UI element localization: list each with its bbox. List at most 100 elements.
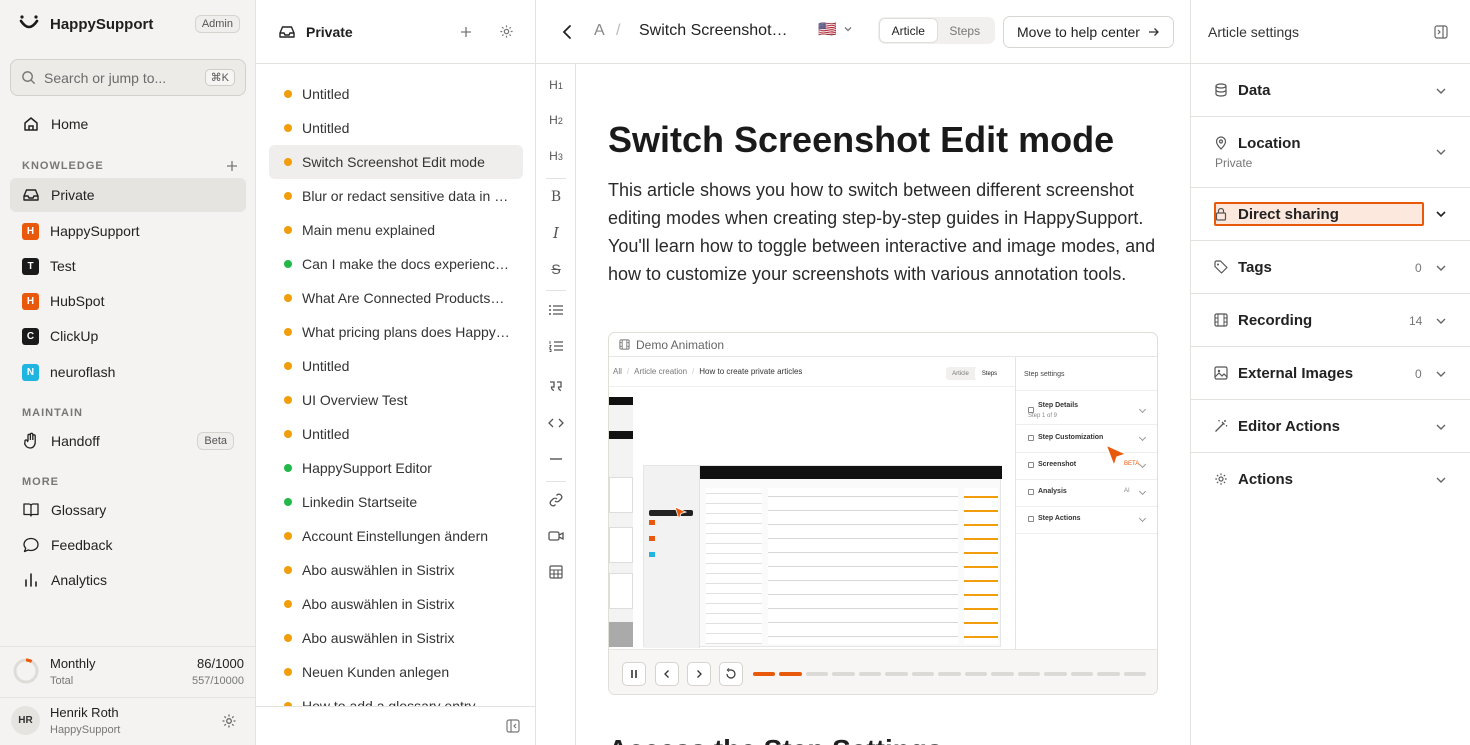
breadcrumb-title[interactable]: Switch Screenshot… [639, 22, 788, 40]
nav-handoff[interactable]: Handoff Beta [10, 424, 246, 458]
progress-segment[interactable] [779, 672, 802, 676]
space-neuroflash[interactable]: N neuroflash [10, 355, 246, 389]
usage-widget[interactable]: Monthly 86/1000 Total 557/10000 [0, 646, 256, 696]
section-heading[interactable]: Access the Step Settings [608, 734, 943, 745]
collapse-panel-icon[interactable] [506, 719, 520, 733]
bullet-list-button[interactable] [536, 298, 576, 322]
next-step-button[interactable] [687, 662, 711, 686]
progress-segment[interactable] [991, 672, 1014, 676]
restart-button[interactable] [719, 662, 743, 686]
settings-actions[interactable]: Actions [1191, 453, 1470, 506]
language-selector[interactable]: 🇺🇸 [818, 20, 853, 38]
progress-segment[interactable] [885, 672, 908, 676]
tab-steps[interactable]: Steps [937, 19, 994, 42]
back-chevron-icon[interactable] [561, 24, 573, 40]
breadcrumb-root[interactable]: A [594, 22, 605, 40]
progress-segment[interactable] [1097, 672, 1120, 676]
progress-segment[interactable] [1070, 672, 1094, 676]
progress-segment[interactable] [1044, 672, 1067, 676]
article-list-item[interactable]: Untitled [269, 77, 523, 111]
settings-recording[interactable]: Recording 14 [1191, 294, 1470, 347]
article-title[interactable]: Switch Screenshot Edit mode [608, 119, 1114, 161]
article-list-item[interactable]: Switch Screenshot Edit mode [269, 145, 523, 179]
article-list-item[interactable]: Untitled [269, 417, 523, 451]
settings-tags[interactable]: Tags 0 [1191, 241, 1470, 294]
progress-segment[interactable] [832, 672, 855, 676]
article-list-item[interactable]: Account Einstellungen ändern [269, 519, 523, 553]
progress-segment[interactable] [858, 672, 882, 676]
brand[interactable]: HappySupport [18, 12, 153, 36]
mini-step-row-label: Screenshot [1038, 461, 1077, 468]
article-list-item[interactable]: Abo auswählen in Sistrix [269, 587, 523, 621]
add-space-plus-icon[interactable] [226, 160, 238, 172]
article-list-item[interactable]: HappySupport Editor [269, 451, 523, 485]
progress-segment[interactable] [1017, 672, 1041, 676]
article-list-item[interactable]: Neuen Kunden anlegen [269, 655, 523, 689]
settings-direct-sharing[interactable]: Direct sharing [1191, 188, 1470, 241]
strikethrough-button[interactable]: S [536, 257, 576, 281]
add-article-plus-icon[interactable] [459, 25, 473, 39]
demo-animation-block[interactable]: Demo Animation All / Article creation / Ho… [608, 332, 1158, 695]
code-button[interactable] [536, 411, 576, 435]
article-list-item[interactable]: What pricing plans does Happy… [269, 315, 523, 349]
article-list-item[interactable]: Abo auswählen in Sistrix [269, 553, 523, 587]
previous-step-button[interactable] [655, 662, 679, 686]
article-list-item[interactable]: How to add a glossary entry [269, 689, 523, 706]
ordered-list-button[interactable] [536, 334, 576, 358]
heading2-button[interactable]: H2 [536, 108, 576, 132]
nav-glossary[interactable]: Glossary [10, 493, 246, 527]
gear-icon[interactable] [499, 24, 514, 39]
space-hubspot[interactable]: H HubSpot [10, 284, 246, 318]
article-intro[interactable]: This article shows you how to switch bet… [608, 176, 1158, 288]
bold-button[interactable]: B [536, 185, 576, 209]
settings-data[interactable]: Data [1191, 64, 1470, 117]
article-list-item[interactable]: Can I make the docs experienc… [269, 247, 523, 281]
move-to-help-center-button[interactable]: Move to help center [1003, 16, 1174, 48]
gear-icon[interactable] [221, 713, 237, 729]
italic-button[interactable]: I [536, 221, 576, 245]
mini-step-row: Analysis AI [1016, 480, 1157, 507]
user-org: HappySupport [50, 724, 121, 736]
progress-segment[interactable] [1123, 672, 1147, 676]
inbox-icon [279, 25, 295, 38]
status-dot [284, 464, 292, 472]
space-happysupport[interactable]: H HappySupport [10, 214, 246, 248]
tag-icon [1214, 260, 1228, 274]
article-list-item[interactable]: What Are Connected Products… [269, 281, 523, 315]
progress-segment[interactable] [753, 672, 776, 676]
progress-segment[interactable] [805, 672, 829, 676]
settings-location[interactable]: Location Private [1191, 117, 1470, 188]
space-clickup[interactable]: C ClickUp [10, 319, 246, 353]
nav-home[interactable]: Home [10, 107, 246, 141]
video-button[interactable] [536, 524, 576, 548]
quote-button[interactable] [536, 375, 576, 399]
search-input[interactable]: Search or jump to... ⌘K [10, 59, 246, 96]
heading3-button[interactable]: H3 [536, 144, 576, 168]
tab-article[interactable]: Article [880, 19, 937, 42]
link-button[interactable] [536, 488, 576, 512]
space-private[interactable]: Private [10, 178, 246, 212]
article-list-item[interactable]: Main menu explained [269, 213, 523, 247]
article-list-item[interactable]: Abo auswählen in Sistrix [269, 621, 523, 655]
progress-segment[interactable] [964, 672, 988, 676]
nav-analytics[interactable]: Analytics [10, 563, 246, 597]
article-editor[interactable]: Switch Screenshot Edit mode This article… [576, 64, 1190, 745]
space-test[interactable]: T Test [10, 249, 246, 283]
user-profile[interactable]: HR Henrik Roth HappySupport [0, 697, 256, 745]
settings-external-images[interactable]: External Images 0 [1191, 347, 1470, 400]
settings-editor-actions[interactable]: Editor Actions [1191, 400, 1470, 453]
pause-button[interactable] [622, 662, 646, 686]
nav-feedback[interactable]: Feedback [10, 528, 246, 562]
article-list-item[interactable]: Untitled [269, 349, 523, 383]
step-progress[interactable] [753, 672, 1147, 676]
article-list-item[interactable]: Untitled [269, 111, 523, 145]
article-list-item[interactable]: UI Overview Test [269, 383, 523, 417]
table-button[interactable] [536, 560, 576, 584]
collapse-panel-icon[interactable] [1434, 25, 1448, 39]
progress-segment[interactable] [938, 672, 961, 676]
article-list-item[interactable]: Blur or redact sensitive data in … [269, 179, 523, 213]
divider-button[interactable] [536, 447, 576, 471]
progress-segment[interactable] [911, 672, 935, 676]
article-list-item[interactable]: Linkedin Startseite [269, 485, 523, 519]
heading1-button[interactable]: H1 [536, 73, 576, 97]
